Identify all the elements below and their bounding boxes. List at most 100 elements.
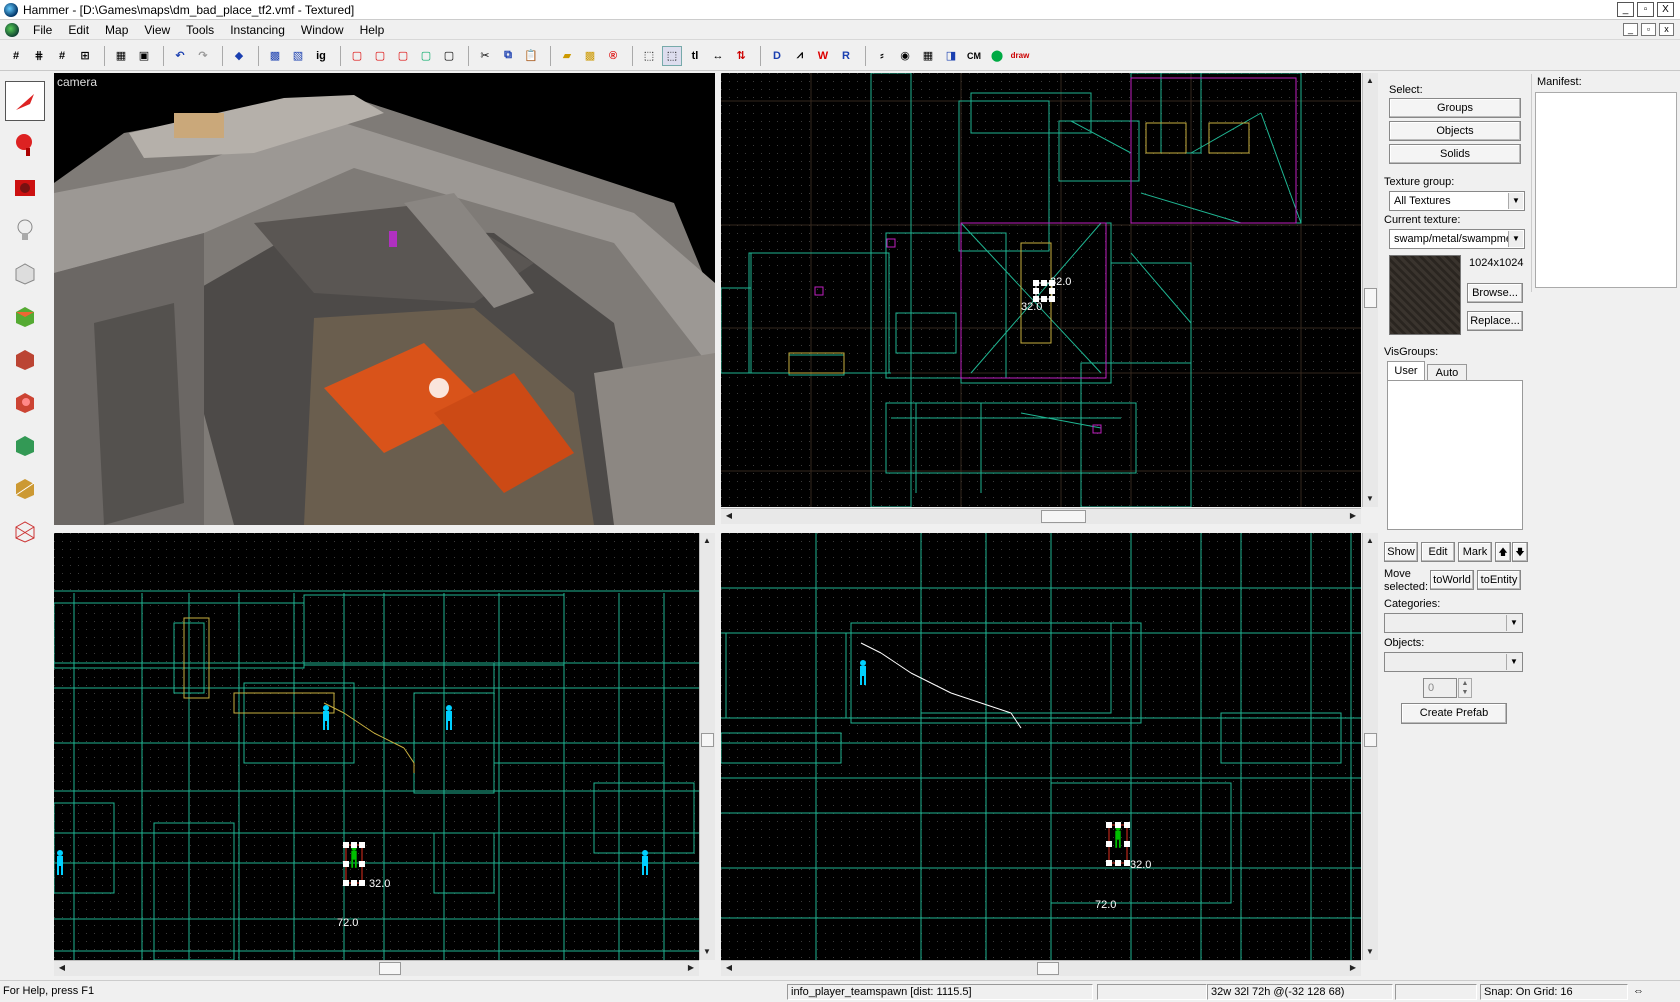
visgroup-icon[interactable]: ▢ (416, 46, 436, 66)
front-view-vscroll[interactable]: ▲ ▼ (699, 533, 715, 960)
copy-icon[interactable]: ⧉ (498, 46, 518, 66)
scroll-up-arrow[interactable]: ▲ (1363, 534, 1377, 548)
scroll-thumb[interactable] (1041, 510, 1086, 523)
scroll-thumb[interactable] (1364, 288, 1377, 308)
visgroup-tab-user[interactable]: User (1387, 361, 1425, 381)
close-button[interactable]: X (1657, 2, 1674, 17)
texture-lock-button[interactable]: tl (685, 46, 705, 66)
show-all-icon[interactable]: ▢ (393, 46, 413, 66)
objects-button[interactable]: Objects (1389, 121, 1521, 141)
front-view-hscroll[interactable]: ◀ ▶ (54, 960, 699, 976)
resize-grip-icon[interactable]: ⇔ (1630, 984, 1676, 1000)
objects-select[interactable]: ▼ (1384, 652, 1523, 672)
menu-tools[interactable]: Tools (178, 20, 222, 40)
create-prefab-button[interactable]: Create Prefab (1401, 703, 1507, 724)
menu-instancing[interactable]: Instancing (222, 20, 293, 40)
move-down-button[interactable]: 🡇 (1512, 542, 1528, 562)
top-view-hscroll[interactable]: ◀ ▶ (721, 508, 1361, 524)
manifest-list[interactable] (1535, 92, 1677, 288)
magnify-tool[interactable] (5, 124, 45, 164)
scroll-down-arrow[interactable]: ▼ (1363, 945, 1377, 959)
categories-select[interactable]: ▼ (1384, 613, 1523, 633)
shaded-icon[interactable]: R (836, 46, 856, 66)
undo-icon[interactable]: ↶ (170, 46, 190, 66)
scroll-right-arrow[interactable]: ▶ (1346, 509, 1360, 523)
side-view-hscroll[interactable]: ◀ ▶ (721, 960, 1361, 976)
decals-icon[interactable]: ⸗ (872, 46, 892, 66)
paste-icon[interactable]: 📋 (521, 46, 541, 66)
prefab-count-spinner[interactable]: 0 (1423, 678, 1457, 698)
scroll-right-arrow[interactable]: ▶ (684, 961, 698, 975)
minimize-button[interactable]: _ (1617, 2, 1634, 17)
browse-button[interactable]: Browse... (1467, 283, 1523, 303)
scroll-right-arrow[interactable]: ▶ (1346, 961, 1360, 975)
scroll-down-arrow[interactable]: ▼ (1363, 492, 1377, 506)
menu-help[interactable]: Help (352, 20, 393, 40)
scroll-left-arrow[interactable]: ◀ (722, 509, 736, 523)
edit-button[interactable]: Edit (1421, 542, 1455, 562)
menu-file[interactable]: File (25, 20, 60, 40)
selection-tool[interactable] (5, 81, 45, 121)
doc-minimize-button[interactable]: _ (1623, 23, 1638, 36)
scroll-thumb[interactable] (1364, 733, 1377, 747)
block-tool[interactable] (5, 253, 45, 293)
menu-window[interactable]: Window (293, 20, 352, 40)
hide-selected-icon[interactable]: ▢ (347, 46, 367, 66)
grid-toggle-icon[interactable]: # (6, 46, 26, 66)
scroll-thumb[interactable] (701, 733, 714, 747)
redo-icon[interactable]: ↷ (193, 46, 213, 66)
mark-button[interactable]: Mark (1458, 542, 1492, 562)
check-problems-icon[interactable]: ▩ (580, 46, 600, 66)
audio-icon[interactable]: ◉ (895, 46, 915, 66)
cut-icon[interactable]: ✂ (475, 46, 495, 66)
menu-map[interactable]: Map (97, 20, 136, 40)
show-button[interactable]: Show (1384, 542, 1418, 562)
scroll-up-arrow[interactable]: ▲ (700, 534, 714, 548)
models-icon[interactable]: ⩘ (790, 46, 810, 66)
texture-preview[interactable] (1389, 255, 1461, 335)
scroll-left-arrow[interactable]: ◀ (722, 961, 736, 975)
draw-button[interactable]: draw (1010, 46, 1030, 66)
doc-restore-button[interactable]: ▫ (1641, 23, 1656, 36)
camera-tool[interactable] (5, 167, 45, 207)
groups-button[interactable]: Groups (1389, 98, 1521, 118)
to-entity-button[interactable]: toEntity (1477, 570, 1521, 590)
top-view-viewport[interactable]: 32.0 32.0 (721, 73, 1361, 507)
restore-button[interactable]: ▫ (1637, 2, 1654, 17)
cubemaps-icon[interactable]: ▦ (918, 46, 938, 66)
carve-icon[interactable]: ▦ (111, 46, 131, 66)
entity-tool[interactable] (5, 210, 45, 250)
doc-close-button[interactable]: x (1659, 23, 1674, 36)
toggle-texture-icon[interactable]: ▰ (557, 46, 577, 66)
side-view-vscroll[interactable]: ▲ ▼ (1362, 533, 1378, 960)
overlay-tool[interactable] (5, 425, 45, 465)
camera-viewport[interactable]: camera (54, 73, 715, 525)
refresh-icon[interactable]: ⬤ (987, 46, 1007, 66)
decal-tool[interactable] (5, 382, 45, 422)
grid-3d-icon[interactable]: ⋕ (29, 46, 49, 66)
cordon-button[interactable]: CM (964, 46, 984, 66)
flip-horizontal-icon[interactable]: ↔ (708, 46, 728, 66)
menu-view[interactable]: View (136, 20, 178, 40)
clipping-tool[interactable] (5, 468, 45, 508)
current-texture-select[interactable]: swamp/metal/swampmetal ▼ (1389, 229, 1525, 249)
quick-hide-icon[interactable]: ▢ (439, 46, 459, 66)
to-world-button[interactable]: toWorld (1430, 570, 1474, 590)
scroll-thumb[interactable] (1037, 962, 1059, 975)
spinner-arrows-icon[interactable]: ▲ ▼ (1458, 678, 1472, 698)
run-map-icon[interactable]: ® (603, 46, 623, 66)
scroll-down-arrow[interactable]: ▼ (700, 945, 714, 959)
grid-smaller-icon[interactable]: # (52, 46, 72, 66)
replace-button[interactable]: Replace... (1467, 311, 1523, 331)
side-view-viewport[interactable]: 32.0 72.0 (721, 533, 1361, 960)
texture-group-select[interactable]: All Textures ▼ (1389, 191, 1525, 211)
move-up-button[interactable]: 🡅 (1495, 542, 1511, 562)
select-box-icon[interactable]: ⬚ (639, 46, 659, 66)
front-view-viewport[interactable]: 32.0 72.0 (54, 533, 699, 960)
group-icon[interactable]: ▣ (134, 46, 154, 66)
visgroup-tab-auto[interactable]: Auto (1427, 364, 1467, 381)
grid-larger-icon[interactable]: ⊞ (75, 46, 95, 66)
top-view-vscroll[interactable]: ▲ ▼ (1362, 73, 1378, 507)
vertex-tool[interactable] (5, 511, 45, 551)
wireframe-icon[interactable]: W (813, 46, 833, 66)
